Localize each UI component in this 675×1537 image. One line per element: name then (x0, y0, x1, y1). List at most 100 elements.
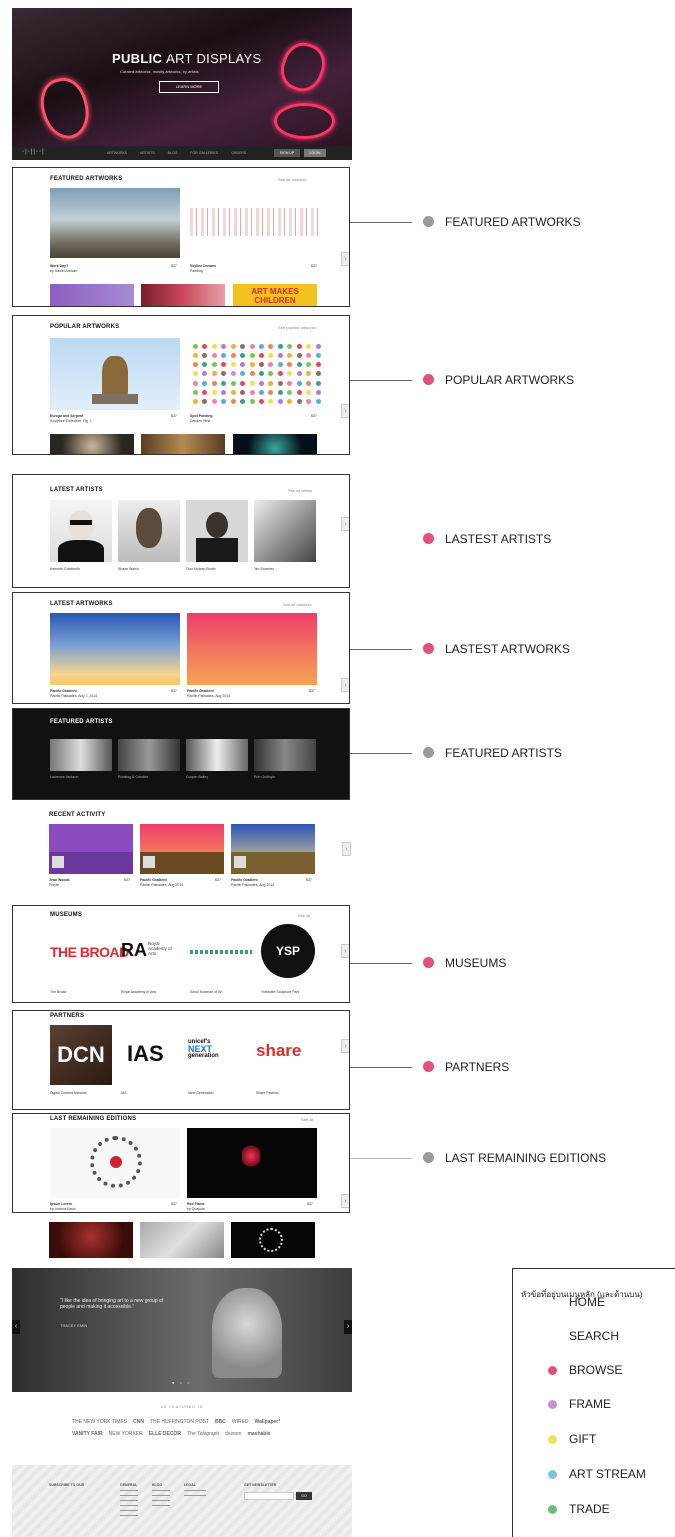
artwork-title[interactable]: Skyline Dreams (190, 264, 216, 268)
edition-thumbnail[interactable] (49, 1222, 133, 1258)
artist-photo[interactable] (254, 739, 316, 771)
nav-item-galleries[interactable]: FOR GALLERIES (190, 151, 218, 155)
artist-photo[interactable] (118, 739, 180, 771)
carousel-next-arrow[interactable]: › (341, 517, 349, 531)
artist-name[interactable]: Laurence Jackson (50, 775, 78, 780)
artist-name[interactable]: Dion Mclean Booth (186, 567, 216, 572)
edition-thumbnail[interactable] (231, 1222, 315, 1258)
museum-logo[interactable]: YSP (261, 924, 315, 978)
see-all-link[interactable]: See all artworks (283, 602, 311, 607)
artist-photo[interactable] (186, 739, 248, 771)
carousel-next-arrow[interactable]: › (341, 944, 349, 958)
artwork-title[interactable]: Europa and Serpent (50, 414, 83, 418)
artwork-thumbnail[interactable] (187, 1128, 317, 1198)
artwork-thumbnail[interactable] (50, 338, 180, 410)
artwork-title[interactable]: Pacific Gradient (50, 689, 77, 693)
artwork-thumbnail[interactable]: ART MAKES CHILDREN (233, 284, 317, 306)
signup-button[interactable]: SIGN UP (274, 149, 300, 157)
artist-name[interactable]: Rob Guilfoyle (254, 775, 275, 780)
press-logo[interactable]: NEW YORKER (109, 1431, 143, 1437)
carousel-next-arrow[interactable]: › (341, 1039, 349, 1053)
partner-name[interactable]: IAS (121, 1091, 127, 1096)
artwork-thumbnail[interactable] (187, 613, 317, 685)
chevron-left-icon[interactable]: ‹ (12, 1320, 20, 1334)
activity-card[interactable] (49, 824, 133, 874)
see-all-link[interactable]: See all artworks (278, 177, 306, 182)
footer-links[interactable] (152, 1490, 170, 1510)
partner-logo[interactable]: unicef's NEXT generation (188, 1039, 219, 1060)
artwork-thumbnail[interactable] (50, 188, 180, 258)
artwork-title[interactable]: Pacific Gradient (187, 689, 214, 693)
press-logo[interactable]: THE HUFFINGTON POST (150, 1419, 209, 1425)
artist-photo[interactable] (254, 500, 316, 562)
artist-photo[interactable] (118, 500, 180, 562)
partner-name[interactable]: Digital Content Network (50, 1091, 87, 1096)
museum-name[interactable]: Royal Academy of Arts (121, 990, 156, 995)
artist-photo[interactable] (50, 739, 112, 771)
museum-logo[interactable]: RA (121, 940, 147, 961)
artist-name[interactable]: Rotating & Candles (118, 775, 148, 780)
carousel-dots[interactable]: ● ○ ○ (172, 1380, 191, 1385)
artwork-thumbnail[interactable] (50, 284, 134, 306)
carousel-next-arrow[interactable]: › (341, 1194, 349, 1208)
museum-logo[interactable] (190, 950, 252, 954)
nav-item-artists[interactable]: ARTISTS (140, 151, 155, 155)
museum-name[interactable]: The Broad (50, 990, 66, 995)
login-button[interactable]: LOGIN (304, 149, 326, 157)
artist-name[interactable]: Kenneth Goldsmith (50, 567, 80, 572)
press-logo[interactable]: VANITY FAIR (72, 1431, 103, 1437)
artist-photo[interactable] (50, 500, 112, 562)
activity-card[interactable] (231, 824, 315, 874)
press-logo[interactable]: BBC (215, 1419, 226, 1425)
footer-links[interactable] (184, 1490, 206, 1500)
artwork-thumbnail[interactable] (50, 1128, 180, 1198)
press-logo[interactable]: WIRED (232, 1419, 249, 1425)
carousel-next-arrow[interactable]: › (342, 842, 351, 856)
partner-logo[interactable]: IAS (127, 1041, 164, 1067)
museum-logo[interactable]: THE BROAD (50, 944, 129, 960)
partner-logo[interactable]: DCN (50, 1025, 112, 1085)
spot-painting[interactable] (193, 344, 321, 404)
artwork-thumbnail[interactable] (233, 434, 317, 454)
artist-photo[interactable] (186, 500, 248, 562)
newsletter-email-input[interactable] (244, 1492, 294, 1500)
press-logo[interactable]: dezeen (225, 1431, 241, 1437)
artwork-thumbnail[interactable] (190, 208, 320, 236)
press-logo[interactable]: ELLE DECOR (149, 1431, 181, 1437)
artwork-thumbnail[interactable] (141, 434, 225, 454)
footer-links[interactable] (120, 1490, 138, 1520)
artist-name[interactable]: Shane Walsh (118, 567, 139, 572)
artwork-title[interactable]: Red Flame (187, 1202, 205, 1206)
artwork-title[interactable]: Spot Painting (190, 414, 213, 418)
press-logo[interactable]: Wallpaper* (255, 1419, 281, 1425)
artist-name[interactable]: Cooper Bailey (186, 775, 208, 780)
press-logo[interactable]: mashable (247, 1431, 270, 1437)
partner-name[interactable]: Next Generation (188, 1091, 214, 1096)
nav-item-blog[interactable]: BLOG (168, 151, 178, 155)
newsletter-go-button[interactable]: GO (296, 1492, 312, 1500)
artwork-title[interactable]: Ipsum Lorem (50, 1202, 72, 1206)
press-logo[interactable]: The Telegraph (187, 1431, 219, 1437)
carousel-next-arrow[interactable]: › (341, 404, 349, 418)
artwork-title[interactable]: Work Day? (50, 264, 68, 268)
see-all-link[interactable]: See all (298, 913, 310, 918)
press-logo[interactable]: THE NEW YORK TIMES (72, 1419, 127, 1425)
logo-icon[interactable]: ◦|◦||◦◦| (22, 149, 45, 155)
see-all-link[interactable]: See all (301, 1117, 313, 1122)
see-all-link[interactable]: See popular artworks (278, 325, 316, 330)
artwork-title[interactable]: Jean Woods (49, 878, 70, 882)
artist-name[interactable]: Jim Sanchez (254, 567, 274, 572)
chevron-right-icon[interactable]: › (344, 1320, 352, 1334)
nav-item-orders[interactable]: ORDERS (231, 151, 246, 155)
museum-name[interactable]: Seoul Museum of Art (190, 990, 223, 995)
museum-name[interactable]: Yorkshire Sculpture Park (261, 990, 299, 995)
artwork-thumbnail[interactable] (50, 613, 180, 685)
artwork-thumbnail[interactable] (50, 434, 134, 454)
artwork-title[interactable]: Pacific Gradient (140, 878, 167, 882)
edition-thumbnail[interactable] (140, 1222, 224, 1258)
artwork-thumbnail[interactable] (141, 284, 225, 306)
see-all-link[interactable]: See all artists (288, 488, 312, 493)
activity-card[interactable] (140, 824, 224, 874)
learn-more-button[interactable]: LEARN MORE (159, 81, 219, 93)
press-logo[interactable]: CNN (133, 1419, 144, 1425)
